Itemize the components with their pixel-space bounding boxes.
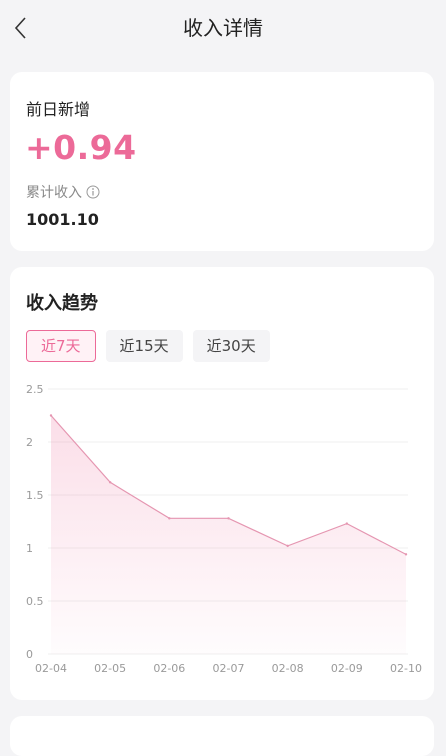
- y-tick-label: 1.5: [26, 489, 44, 502]
- x-tick-label: 02-04: [35, 662, 67, 675]
- x-tick-label: 02-06: [153, 662, 185, 675]
- yesterday-new-value: +0.94: [25, 128, 137, 167]
- tab-7-days[interactable]: 近7天: [26, 330, 96, 362]
- y-tick-label: 0.5: [26, 595, 44, 608]
- trend-title: 收入趋势: [26, 293, 98, 314]
- income-summary-card: 前日新增 +0.94 累计收入 1001.10: [10, 72, 434, 251]
- data-point: [108, 481, 112, 484]
- x-tick-label: 02-08: [272, 662, 304, 675]
- data-point: [345, 522, 349, 525]
- x-tick-label: 02-09: [331, 662, 363, 675]
- data-point: [286, 544, 289, 548]
- data-point: [227, 517, 230, 520]
- tab-15-days[interactable]: 近15天: [105, 330, 183, 362]
- info-icon[interactable]: [86, 185, 100, 199]
- next-card: [10, 716, 434, 756]
- y-tick-label: 0: [26, 648, 33, 661]
- range-tabs: 近7天 近15天 近30天: [26, 330, 270, 362]
- page-title: 收入详情: [183, 16, 263, 40]
- y-tick-label: 2.5: [26, 383, 44, 396]
- x-tick-label: 02-10: [390, 662, 422, 675]
- cumulative-value: 1001.10: [26, 210, 99, 229]
- cumulative-row: 累计收入: [26, 182, 100, 202]
- data-point: [168, 517, 171, 520]
- yesterday-new-label: 前日新增: [26, 100, 91, 119]
- x-tick-label: 02-07: [213, 662, 245, 675]
- header-bar: 收入详情: [0, 0, 446, 56]
- x-tick-label: 02-05: [94, 662, 126, 675]
- cumulative-label: 累计收入: [26, 185, 82, 201]
- y-tick-label: 1: [26, 542, 33, 555]
- data-point: [404, 553, 408, 556]
- y-tick-label: 2: [26, 436, 33, 449]
- data-point: [49, 414, 53, 417]
- series-area: [51, 415, 406, 654]
- income-trend-chart: 0 0.5 1 1.5 2 2.5 02-04 02-05 02-06 02-07 02-08 02-…: [26, 383, 422, 675]
- tab-30-days[interactable]: 近30天: [192, 330, 270, 362]
- income-trend-card: 收入趋势 近7天 近15天 近30天 0 0.5 1 1.5 2 2.5 02-04 02-0…: [10, 267, 434, 700]
